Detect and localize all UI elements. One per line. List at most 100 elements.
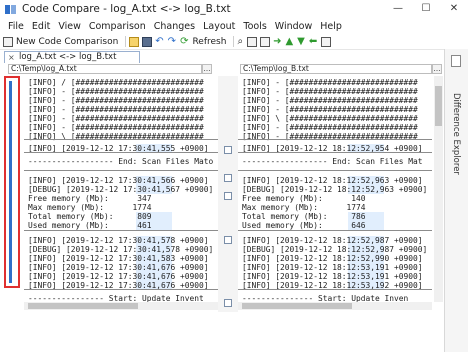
minimize-button[interactable]: —: [384, 0, 412, 18]
menu-window[interactable]: Window: [271, 21, 316, 32]
code-line[interactable]: [INFO] [2019-12-12 17:30:41,566 +0900]: [28, 176, 213, 185]
code-line[interactable]: [INFO] - [###########################: [28, 123, 204, 132]
code-line[interactable]: Max memory (Mb): 1774: [28, 203, 152, 212]
status-area: [0, 312, 444, 352]
new-comparison-button[interactable]: New Code Comparison: [3, 36, 118, 47]
code-line[interactable]: [INFO] [2019-12-12 17:30:41,583 +0900]: [28, 254, 213, 263]
code-line[interactable]: [DEBUG] [2019-12-12 18:12:52,963 +0900]: [242, 185, 427, 194]
difference-explorer-panel[interactable]: Difference Explorer: [444, 49, 468, 352]
code-line[interactable]: [INFO] - [###########################: [242, 105, 418, 114]
merge-button[interactable]: [224, 192, 232, 200]
next-difference-icon[interactable]: ▼: [297, 36, 305, 47]
swap-icon[interactable]: [321, 36, 332, 47]
code-line[interactable]: [INFO] [2019-12-12 17:30:41,676 +0900]: [28, 263, 213, 272]
code-line[interactable]: [INFO] - [###########################: [242, 123, 418, 132]
pin-icon[interactable]: [451, 55, 461, 67]
right-browse-button[interactable]: …: [432, 64, 442, 74]
diff-block-separator: [238, 139, 432, 140]
right-scrollbar[interactable]: [434, 76, 443, 302]
left-hscrollbar[interactable]: [24, 302, 218, 310]
copy-right-icon[interactable]: ➜: [273, 36, 281, 47]
right-code-pane[interactable]: [INFO] - [########################### [IN…: [238, 76, 432, 312]
code-line[interactable]: [DEBUG] [2019-12-12 18:12:52,987 +0900]: [242, 245, 427, 254]
window-title: Code Compare - log_A.txt <-> log_B.txt: [22, 3, 231, 15]
code-line[interactable]: Free memory (Mb): 347: [28, 194, 152, 203]
code-line[interactable]: [INFO] [2019-12-12 18:12:52,963 +0900]: [242, 176, 427, 185]
refresh-button[interactable]: ⟳ Refresh: [180, 35, 227, 47]
merge-button[interactable]: [224, 174, 232, 182]
code-line[interactable]: ------------------ End: Scan Files Mato: [28, 157, 213, 166]
maximize-button[interactable]: ☐: [412, 0, 440, 18]
menu-comparison[interactable]: Comparison: [85, 21, 150, 32]
code-line[interactable]: Max memory (Mb): 1774: [242, 203, 366, 212]
find-icon[interactable]: ⌕: [237, 36, 243, 47]
save-icon[interactable]: [142, 36, 153, 47]
code-line[interactable]: [INFO] - [###########################: [242, 78, 418, 87]
left-browse-button[interactable]: …: [202, 64, 212, 74]
copy-left-icon[interactable]: ⬅: [309, 36, 317, 47]
menu-changes[interactable]: Changes: [150, 21, 199, 32]
diff-block-separator: [24, 170, 218, 171]
new-comparison-icon: [3, 36, 13, 47]
refresh-icon: ⟳: [180, 35, 189, 47]
code-line[interactable]: Used memory (Mb): 461: [28, 221, 152, 230]
code-line[interactable]: [INFO] - [###########################: [28, 114, 204, 123]
tab-comparison[interactable]: log_A.txt <-> log_B.txt: [4, 51, 140, 63]
close-button[interactable]: ✕: [440, 0, 468, 18]
merge-button[interactable]: [224, 236, 232, 244]
options-icon[interactable]: [247, 36, 258, 47]
menu-tools[interactable]: Tools: [239, 21, 270, 32]
redo-icon[interactable]: ↷: [168, 36, 176, 47]
difference-explorer-label[interactable]: Difference Explorer: [451, 93, 461, 175]
merge-icon[interactable]: [260, 36, 271, 47]
right-hscrollbar[interactable]: [238, 302, 432, 310]
menu-edit[interactable]: Edit: [28, 21, 54, 32]
code-line[interactable]: Used memory (Mb): 646: [242, 221, 366, 230]
diff-block-separator: [24, 152, 218, 153]
code-line[interactable]: [INFO] [2019-12-12 17:30:41,676 +0900]: [28, 272, 213, 281]
code-line[interactable]: [DEBUG] [2019-12-12 17:30:41,578 +0900]: [28, 245, 218, 254]
diff-block-separator: [24, 230, 218, 231]
scroll-thumb[interactable]: [435, 86, 442, 126]
right-hscroll-thumb[interactable]: [242, 303, 352, 309]
menu-bar: File Edit View Comparison Changes Layout…: [0, 18, 468, 34]
diff-block-separator: [238, 170, 432, 171]
app-icon: [5, 4, 16, 15]
code-line[interactable]: Total memory (Mb): 786: [242, 212, 366, 221]
open-icon[interactable]: [129, 36, 140, 47]
left-hscroll-thumb[interactable]: [28, 303, 138, 309]
menu-file[interactable]: File: [4, 21, 28, 32]
code-line[interactable]: Total memory (Mb): 809: [28, 212, 152, 221]
tab-close-icon[interactable]: ×: [8, 53, 15, 62]
code-line[interactable]: [INFO] - [###########################: [242, 87, 418, 96]
tab-strip: log_A.txt <-> log_B.txt ×: [0, 51, 444, 63]
code-line[interactable]: [INFO] / [###########################: [28, 78, 204, 87]
left-code-pane[interactable]: [INFO] / [########################### [IN…: [24, 76, 218, 312]
difference-overview[interactable]: [4, 76, 20, 288]
menu-help[interactable]: Help: [316, 21, 346, 32]
right-path-field[interactable]: C:\Temp\log_B.txt: [240, 64, 432, 74]
menu-layout[interactable]: Layout: [199, 21, 239, 32]
code-line[interactable]: [INFO] - [###########################: [28, 96, 204, 105]
menu-view[interactable]: View: [54, 21, 85, 32]
code-line[interactable]: [INFO] - [###########################: [242, 96, 418, 105]
code-line[interactable]: [INFO] [2019-12-12 18:12:52,990 +0900]: [242, 254, 427, 263]
code-line[interactable]: Free memory (Mb): 140: [242, 194, 366, 203]
merge-button[interactable]: [224, 299, 232, 307]
code-line[interactable]: [DEBUG] [2019-12-12 17:30:41,567 +0900]: [28, 185, 218, 194]
merge-gutter: [218, 76, 238, 320]
merge-button[interactable]: [224, 146, 232, 154]
previous-difference-icon[interactable]: ▲: [285, 36, 293, 47]
refresh-label: Refresh: [192, 36, 227, 47]
code-line[interactable]: ------------------ End: Scan Files Mat: [242, 157, 423, 166]
code-line[interactable]: [INFO] [2019-12-12 18:12:53,191 +0900]: [242, 263, 427, 272]
undo-icon[interactable]: ↶: [155, 36, 163, 47]
code-line[interactable]: [INFO] \ [###########################: [242, 114, 418, 123]
code-line[interactable]: [INFO] - [###########################: [28, 87, 204, 96]
left-path-field[interactable]: C:\Temp\log_A.txt: [8, 64, 202, 74]
diff-block-separator: [238, 230, 432, 231]
code-line[interactable]: [INFO] - [###########################: [28, 105, 204, 114]
code-line[interactable]: [INFO] [2019-12-12 18:12:53,191 +0900]: [242, 272, 427, 281]
code-line[interactable]: [INFO] [2019-12-12 18:12:52,987 +0900]: [242, 236, 427, 245]
code-line[interactable]: [INFO] [2019-12-12 17:30:41,578 +0900]: [28, 236, 213, 245]
